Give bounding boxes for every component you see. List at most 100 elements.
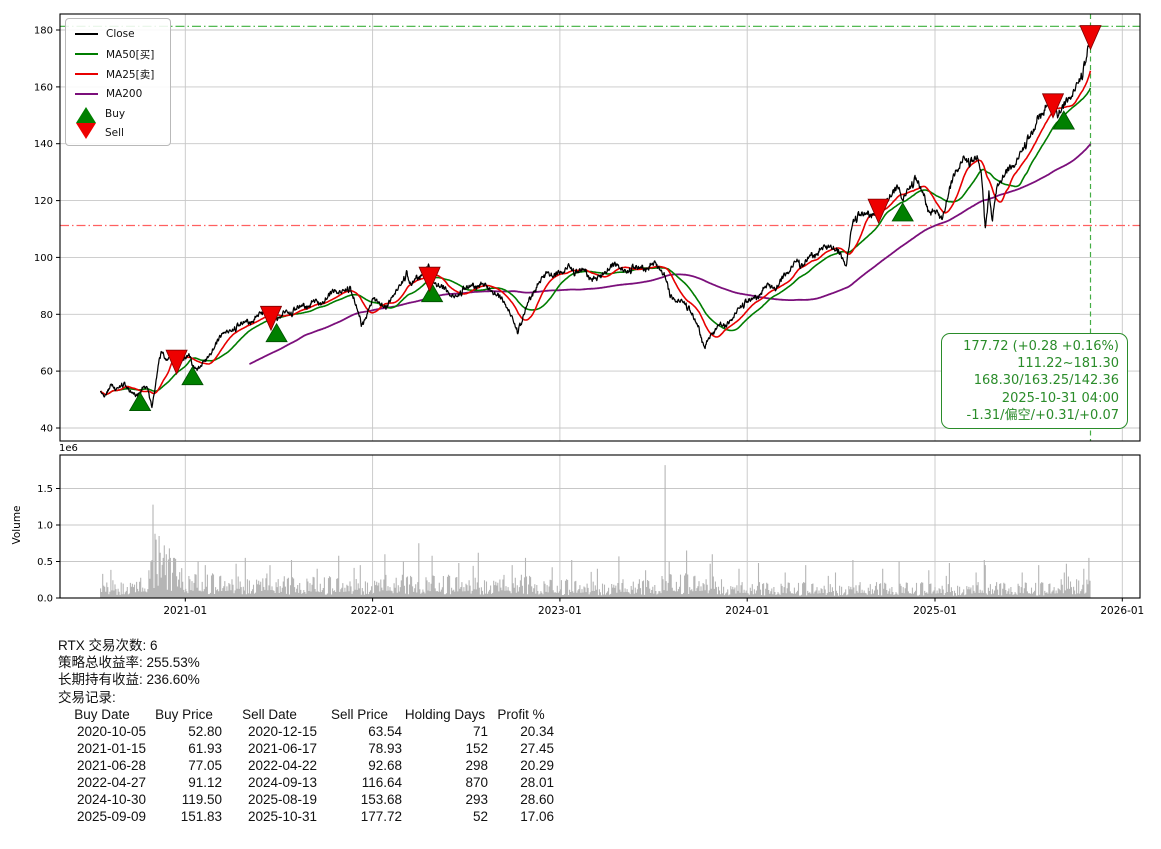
close-line-swatch [75,33,98,35]
strategy-return-line: 策略总收益率: 255.53% [58,655,200,671]
legend-item-close: Close [75,24,161,44]
volume-tick-label: 1.0 [37,521,53,532]
annotation-price-change: 177.72 (+0.28 +0.16%) [963,339,1119,354]
trades-table: Buy Date Buy Price Sell Date Sell Price … [58,706,554,825]
col-sell-date: Sell Date [242,707,297,722]
trade-cell: 2021-01-15 [76,741,146,756]
trade-cell: 2024-09-13 [247,775,317,790]
col-buy-date: Buy Date [74,707,130,722]
buy-markers [128,110,1075,411]
trade-record-heading: 交易记录: [58,689,116,705]
trade-cell: 151.83 [180,809,222,824]
x-tick-label: 2025-01 [913,605,957,617]
trades-header-row: Buy Date Buy Price Sell Date Sell Price … [58,706,554,723]
trade-cell: 78.93 [368,741,402,756]
trade-cell: 52.80 [188,724,222,739]
trade-row: 2020-10-05 52.80 2020-12-15 63.54 71 20.34 [58,723,554,740]
legend-label: MA25[卖] [106,68,155,81]
trade-cell: 2021-06-28 [76,758,146,773]
trade-cell: 2020-10-05 [76,724,146,739]
trade-cell: 2025-10-31 [247,809,317,824]
trade-cell: 2021-06-17 [247,741,317,756]
trade-cell: 116.64 [361,775,402,790]
legend-item-ma50: MA50[买] [75,44,161,64]
x-tick-label: 2024-01 [725,605,769,617]
trade-cell: 870 [465,775,488,790]
col-buy-price: Buy Price [155,707,213,722]
legend-label: MA200 [106,88,143,100]
chart-legend: Close MA50[买] MA25[卖] MA200 Buy Sell [65,18,171,146]
axes-spines-ticks: 2021-01 2022-01 2023-01 2024-01 2025-01 2026-… [34,13,1144,617]
trade-cell: 27.45 [520,741,554,756]
annotation-range: 111.22~181.30 [1017,356,1119,372]
buy-triangle-icon [76,107,96,123]
trade-cell: 177.72 [360,809,402,824]
legend-item-ma25: MA25[卖] [75,64,161,84]
volume-tick-label: 0.5 [37,557,53,568]
y-tick-label: 180 [34,26,53,37]
legend-label: Sell [105,126,124,139]
price-volume-chart: 2021-01 2022-01 2023-01 2024-01 2025-01 2026-… [34,13,1144,617]
trade-cell: 20.29 [520,758,554,773]
y-tick-label: 80 [40,310,53,321]
y-tick-label: 120 [34,196,53,207]
col-sell-price: Sell Price [330,707,389,722]
trade-cell: 2024-10-30 [76,792,146,807]
volume-bar-path [100,465,1091,598]
trade-cell: 2020-12-15 [247,724,317,739]
trade-row: 2022-04-27 91.12 2024-09-13 116.64 870 28.01 [58,774,554,791]
backtest-stats: RTX 交易次数: 6 策略总收益率: 255.53% 长期持有收益: 236.… [58,637,200,706]
trade-cell: 52 [472,809,488,824]
trade-cell: 91.12 [188,775,222,790]
trade-cell: 17.06 [520,809,554,824]
annotation-bias: -1.31/偏空/+0.31/+0.07 [966,407,1119,423]
trade-cell: 153.68 [360,792,402,807]
volume-tick-label: 0.0 [37,594,53,605]
col-holding-days: Holding Days [404,707,486,722]
trade-cell: 63.54 [368,724,402,739]
trade-cell: 298 [465,758,488,773]
trade-row: 2021-01-15 61.93 2021-06-17 78.93 152 27.45 [58,740,554,757]
volume-tick-label: 1.5 [37,484,53,495]
y-tick-label: 60 [40,367,53,378]
y-tick-label: 160 [34,82,53,93]
hold-return-line: 长期持有收益: 236.60% [58,672,200,688]
strategy-backtest-page: 2021-01 2022-01 2023-01 2024-01 2025-01 2026-… [0,0,1161,849]
annotation-datetime: 2025-10-31 04:00 [1001,390,1119,406]
trade-row: 2025-09-09 151.83 2025-10-31 177.72 52 17.06 [58,808,554,825]
legend-item-buy: Buy [75,104,161,123]
trade-count-line: RTX 交易次数: 6 [58,638,158,653]
ma200-line-swatch [75,93,98,95]
trade-cell: 2025-09-09 [76,809,146,824]
trade-cell: 152 [465,741,488,756]
trade-cell: 2025-08-19 [247,792,317,807]
ma50-line-swatch [75,53,98,55]
y-tick-label: 100 [34,253,53,264]
col-profit-pct: Profit % [497,707,545,722]
y-tick-label: 140 [34,139,53,150]
trade-cell: 61.93 [188,741,222,756]
legend-label: Buy [105,107,126,120]
x-tick-label: 2026-01 [1100,605,1144,617]
trade-cell: 77.05 [188,758,222,773]
legend-item-sell: Sell [75,123,161,142]
legend-label: MA50[买] [106,48,155,61]
volume-bars [100,465,1091,598]
trade-cell: 28.60 [520,792,554,807]
trade-row: 2024-10-30 119.50 2025-08-19 153.68 293 28.60 [58,791,554,808]
trade-cell: 2022-04-22 [247,758,317,773]
trade-cell: 28.01 [520,775,554,790]
x-tick-label: 2021-01 [163,605,207,617]
trade-row: 2021-06-28 77.05 2022-04-22 92.68 298 20.29 [58,757,554,774]
sell-triangle-icon [76,123,96,139]
ma25-line-swatch [75,73,98,75]
grid-lines [60,14,1140,599]
annotation-ma-values: 168.30/163.25/142.36 [973,373,1119,389]
trade-cell: 2022-04-27 [76,775,146,790]
x-tick-label: 2022-01 [351,605,395,617]
y-tick-label: 40 [40,424,53,435]
x-tick-label: 2023-01 [538,605,582,617]
trade-cell: 71 [472,724,488,739]
quote-annotation-box: 177.72 (+0.28 +0.16%) 111.22~181.30 168.… [941,333,1128,429]
legend-item-ma200: MA200 [75,84,161,104]
